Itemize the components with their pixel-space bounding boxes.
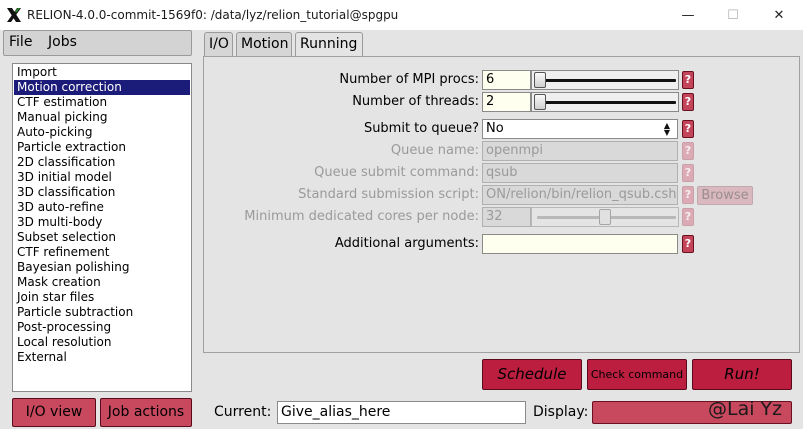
threads-slider[interactable] bbox=[531, 92, 679, 112]
cores-slider[interactable] bbox=[531, 207, 679, 227]
menu-jobs[interactable]: Jobs bbox=[48, 34, 77, 50]
schedule-button[interactable]: Schedule bbox=[482, 359, 582, 390]
queue-cmd-label: Queue submit command: bbox=[314, 165, 479, 180]
display-label: Display: bbox=[533, 404, 589, 420]
close-button[interactable]: ✕ bbox=[757, 3, 801, 27]
cores-help-button[interactable]: ? bbox=[682, 208, 694, 226]
tab-io[interactable]: I/O bbox=[204, 32, 233, 56]
browse-button[interactable]: Browse bbox=[697, 186, 753, 205]
queue-cmd-help-button[interactable]: ? bbox=[682, 164, 694, 182]
menu-bar: File Jobs bbox=[3, 30, 192, 56]
job-list-item[interactable]: CTF refinement bbox=[14, 245, 190, 260]
job-list-item[interactable]: Local resolution bbox=[14, 335, 190, 350]
job-list-item[interactable]: 3D initial model bbox=[14, 170, 190, 185]
job-list-item[interactable]: Mask creation bbox=[14, 275, 190, 290]
maximize-button[interactable]: ☐ bbox=[711, 3, 755, 27]
cores-label: Minimum dedicated cores per node: bbox=[244, 209, 479, 224]
mpi-label: Number of MPI procs: bbox=[339, 72, 479, 87]
job-list-item[interactable]: Manual picking bbox=[14, 110, 190, 125]
current-label: Current: bbox=[214, 404, 272, 420]
job-list-item[interactable]: Join star files bbox=[14, 290, 190, 305]
job-list-item[interactable]: CTF estimation bbox=[14, 95, 190, 110]
job-list-item[interactable]: External bbox=[14, 350, 190, 365]
cores-slider-thumb[interactable] bbox=[599, 209, 611, 225]
job-list-item[interactable]: 3D classification bbox=[14, 185, 190, 200]
queue-label: Submit to queue? bbox=[363, 121, 479, 136]
tab-running[interactable]: Running bbox=[295, 32, 363, 56]
mpi-help-button[interactable]: ? bbox=[682, 71, 694, 89]
job-list-item[interactable]: Auto-picking bbox=[14, 125, 190, 140]
job-list-item[interactable]: Subset selection bbox=[14, 230, 190, 245]
threads-input[interactable]: 2 bbox=[482, 92, 531, 112]
script-label: Standard submission script: bbox=[298, 187, 479, 202]
job-list-item[interactable]: Bayesian polishing bbox=[14, 260, 190, 275]
queue-name-label: Queue name: bbox=[390, 143, 479, 158]
x11-app-icon bbox=[7, 8, 21, 22]
queue-help-button[interactable]: ? bbox=[682, 120, 694, 138]
job-list-item[interactable]: Post-processing bbox=[14, 320, 190, 335]
queue-name-help-button[interactable]: ? bbox=[682, 142, 694, 160]
menu-file[interactable]: File bbox=[9, 34, 32, 50]
queue-select[interactable]: No ▲ ▼ bbox=[482, 119, 678, 139]
job-list-item[interactable]: 2D classification bbox=[14, 155, 190, 170]
job-list-item[interactable]: 3D multi-body bbox=[14, 215, 190, 230]
updown-arrow-icon: ▲ ▼ bbox=[663, 121, 671, 137]
threads-slider-thumb[interactable] bbox=[534, 94, 546, 110]
mpi-slider-thumb[interactable] bbox=[534, 72, 546, 88]
io-view-button[interactable]: I/O view bbox=[12, 398, 96, 427]
job-list-item[interactable]: Particle subtraction bbox=[14, 305, 190, 320]
job-type-list[interactable]: Import Motion correction CTF estimation Man… bbox=[12, 63, 192, 392]
args-help-button[interactable]: ? bbox=[682, 235, 694, 253]
job-list-item[interactable]: 3D auto-refine bbox=[14, 200, 190, 215]
args-label: Additional arguments: bbox=[334, 236, 479, 251]
check-command-button[interactable]: Check command bbox=[587, 359, 687, 390]
watermark: @Lai Yz bbox=[708, 398, 783, 420]
title-bar: RELION-4.0.0-commit-1569f0: /data/lyz/re… bbox=[0, 0, 803, 30]
cores-input[interactable]: 32 bbox=[482, 207, 531, 227]
threads-label: Number of threads: bbox=[352, 94, 479, 109]
minimize-button[interactable]: — bbox=[666, 3, 710, 27]
queue-name-input[interactable]: openmpi bbox=[482, 141, 678, 161]
mpi-slider[interactable] bbox=[531, 70, 679, 90]
window-title: RELION-4.0.0-commit-1569f0: /data/lyz/re… bbox=[27, 8, 399, 22]
queue-select-value: No bbox=[486, 121, 504, 136]
current-alias-input[interactable]: Give_alias_here bbox=[277, 401, 526, 424]
queue-cmd-input[interactable]: qsub bbox=[482, 163, 678, 183]
mpi-input[interactable]: 6 bbox=[482, 70, 531, 90]
job-actions-button[interactable]: Job actions bbox=[100, 398, 192, 427]
run-button[interactable]: Run! bbox=[692, 359, 792, 390]
script-help-button[interactable]: ? bbox=[682, 186, 694, 204]
job-list-item[interactable]: Particle extraction bbox=[14, 140, 190, 155]
tab-motion[interactable]: Motion bbox=[236, 32, 292, 56]
job-list-item[interactable]: Import bbox=[14, 65, 190, 80]
script-input[interactable]: ON/relion/bin/relion_qsub.csh bbox=[482, 185, 678, 205]
args-input[interactable] bbox=[482, 234, 678, 254]
threads-help-button[interactable]: ? bbox=[682, 93, 694, 111]
job-list-item[interactable]: Motion correction bbox=[14, 80, 190, 95]
